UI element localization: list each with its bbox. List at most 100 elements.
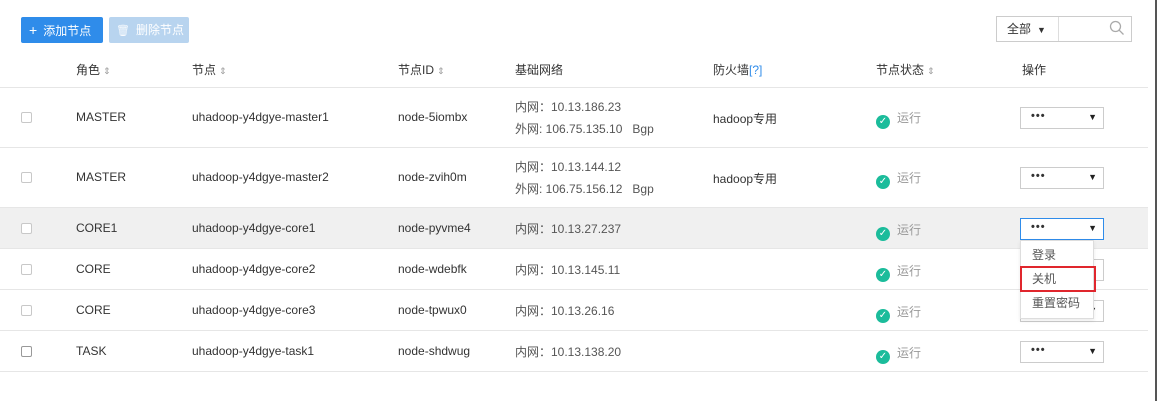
row-firewall[interactable]: hadoop专用 [713, 110, 777, 127]
table-row: MASTER uhadoop-y4dgye-master1 node-5iomb… [0, 88, 1148, 148]
row-role: TASK [76, 344, 107, 358]
row-role: MASTER [76, 170, 127, 184]
row-network: 内网：10.13.144.12 外网: 106.75.156.12 Bgp [515, 156, 654, 200]
row-node-id: node-tpwux0 [398, 303, 467, 317]
sort-icon: ⇕ [927, 66, 935, 76]
filter-search-box: 全部 ▼ [996, 16, 1132, 42]
check-circle-icon: ✓ [876, 175, 890, 189]
row-node-id: node-zvih0m [398, 170, 467, 184]
check-circle-icon: ✓ [876, 350, 890, 364]
plus-icon: + [29, 22, 38, 38]
inner-ip: 内网：10.13.145.11 [515, 263, 621, 277]
row-firewall[interactable]: hadoop专用 [713, 170, 777, 187]
row-node: uhadoop-y4dgye-core3 [192, 303, 316, 317]
row-status: ✓ 运行 [876, 262, 921, 282]
caret-down-icon: ▼ [1088, 172, 1097, 182]
more-icon: ••• [1031, 221, 1046, 233]
row-action-dropdown[interactable]: ••• ▼ [1020, 341, 1104, 363]
row-network: 内网：10.13.145.11 [515, 259, 620, 281]
column-role[interactable]: 角色 ⇕ [76, 54, 111, 88]
column-actions: 操作 [1022, 54, 1046, 87]
column-network: 基础网络 [515, 54, 563, 87]
table-row: MASTER uhadoop-y4dgye-master2 node-zvih0… [0, 148, 1148, 208]
row-status: ✓ 运行 [876, 109, 921, 129]
row-checkbox[interactable] [21, 346, 32, 357]
inner-ip: 内网：10.13.26.16 [515, 304, 615, 318]
row-checkbox[interactable] [21, 264, 32, 275]
row-status: ✓ 运行 [876, 169, 921, 189]
column-status[interactable]: 节点状态 ⇕ [876, 54, 935, 88]
check-circle-icon: ✓ [876, 309, 890, 323]
outer-ip-type: Bgp [632, 122, 654, 136]
status-label: 运行 [897, 171, 922, 185]
more-icon: ••• [1031, 344, 1046, 356]
filter-select[interactable]: 全部 ▼ [997, 17, 1059, 41]
row-role: CORE1 [76, 221, 118, 235]
inner-ip: 内网：10.13.144.12 [515, 160, 622, 174]
inner-ip: 内网：10.13.138.20 [515, 345, 622, 359]
caret-down-icon: ▼ [1088, 223, 1097, 233]
outer-ip-type: Bgp [632, 182, 654, 196]
row-checkbox[interactable] [21, 305, 32, 316]
row-action-dropdown[interactable]: ••• ▼ [1020, 167, 1104, 189]
more-icon: ••• [1031, 170, 1046, 182]
check-circle-icon: ✓ [876, 268, 890, 282]
firewall-help-link[interactable]: [?] [749, 63, 762, 77]
caret-down-icon: ▼ [1088, 346, 1097, 356]
row-role: CORE [76, 303, 111, 317]
row-action-dropdown[interactable]: ••• ▼ [1020, 218, 1104, 240]
row-role: CORE [76, 262, 111, 276]
caret-down-icon: ▼ [1037, 25, 1046, 35]
table-row: CORE1 uhadoop-y4dgye-core1 node-pyvme4 内… [0, 208, 1148, 249]
row-network: 内网：10.13.138.20 [515, 341, 621, 363]
menu-item-login[interactable]: 登录 [1021, 243, 1093, 267]
row-network: 内网：10.13.186.23 外网: 106.75.135.10 Bgp [515, 96, 654, 140]
row-checkbox[interactable] [21, 112, 32, 123]
inner-ip: 内网：10.13.186.23 [515, 100, 622, 114]
sort-icon: ⇕ [219, 66, 227, 76]
column-firewall: 防火墙[?] [713, 54, 762, 87]
row-status: ✓ 运行 [876, 221, 921, 241]
trash-icon: 🗑 [116, 25, 130, 37]
table-row: CORE uhadoop-y4dgye-core3 node-tpwux0 内网… [0, 290, 1148, 331]
row-checkbox[interactable] [21, 172, 32, 183]
table-row: TASK uhadoop-y4dgye-task1 node-shdwug 内网… [0, 331, 1148, 372]
row-node: uhadoop-y4dgye-core2 [192, 262, 316, 276]
row-node-id: node-wdebfk [398, 262, 467, 276]
delete-node-button[interactable]: 🗑 删除节点 [109, 17, 189, 43]
column-role-label: 角色 [76, 63, 101, 77]
add-node-button[interactable]: + 添加节点 [21, 17, 103, 43]
check-circle-icon: ✓ [876, 227, 890, 241]
status-label: 运行 [897, 111, 922, 125]
row-network: 内网：10.13.26.16 [515, 300, 614, 322]
inner-ip: 内网：10.13.27.237 [515, 222, 622, 236]
row-node-id: node-5iombx [398, 110, 468, 124]
column-actions-label: 操作 [1022, 63, 1047, 77]
check-circle-icon: ✓ [876, 115, 890, 129]
row-node-id: node-pyvme4 [398, 221, 471, 235]
sort-icon: ⇕ [437, 66, 445, 76]
highlight-box [1020, 266, 1096, 292]
toolbar: + 添加节点 🗑 删除节点 全部 ▼ [0, 0, 1161, 54]
delete-node-label: 删除节点 [135, 23, 184, 37]
row-node: uhadoop-y4dgye-task1 [192, 344, 315, 358]
row-role: MASTER [76, 110, 127, 124]
row-checkbox[interactable] [21, 223, 32, 234]
row-network: 内网：10.13.27.237 [515, 218, 621, 240]
table-header: 角色 ⇕ 节点 ⇕ 节点ID ⇕ 基础网络 防火墙[?] 节点状态 ⇕ 操作 [0, 54, 1148, 88]
row-status: ✓ 运行 [876, 344, 921, 364]
menu-item-reset-password[interactable]: 重置密码 [1021, 291, 1093, 315]
column-firewall-label: 防火墙 [713, 63, 750, 77]
column-node-id[interactable]: 节点ID ⇕ [398, 54, 445, 88]
table-row: CORE uhadoop-y4dgye-core2 node-wdebfk 内网… [0, 249, 1148, 290]
filter-value: 全部 [1007, 22, 1032, 36]
row-action-dropdown[interactable]: ••• ▼ [1020, 107, 1104, 129]
column-node[interactable]: 节点 ⇕ [192, 54, 227, 88]
outer-ip: 外网: 106.75.135.10 [515, 122, 623, 136]
status-label: 运行 [897, 264, 922, 278]
column-status-label: 节点状态 [876, 63, 925, 77]
column-node-label: 节点 [192, 63, 217, 77]
column-network-label: 基础网络 [515, 63, 564, 77]
window-edge-divider [1155, 0, 1157, 401]
search-icon[interactable] [1109, 20, 1125, 36]
